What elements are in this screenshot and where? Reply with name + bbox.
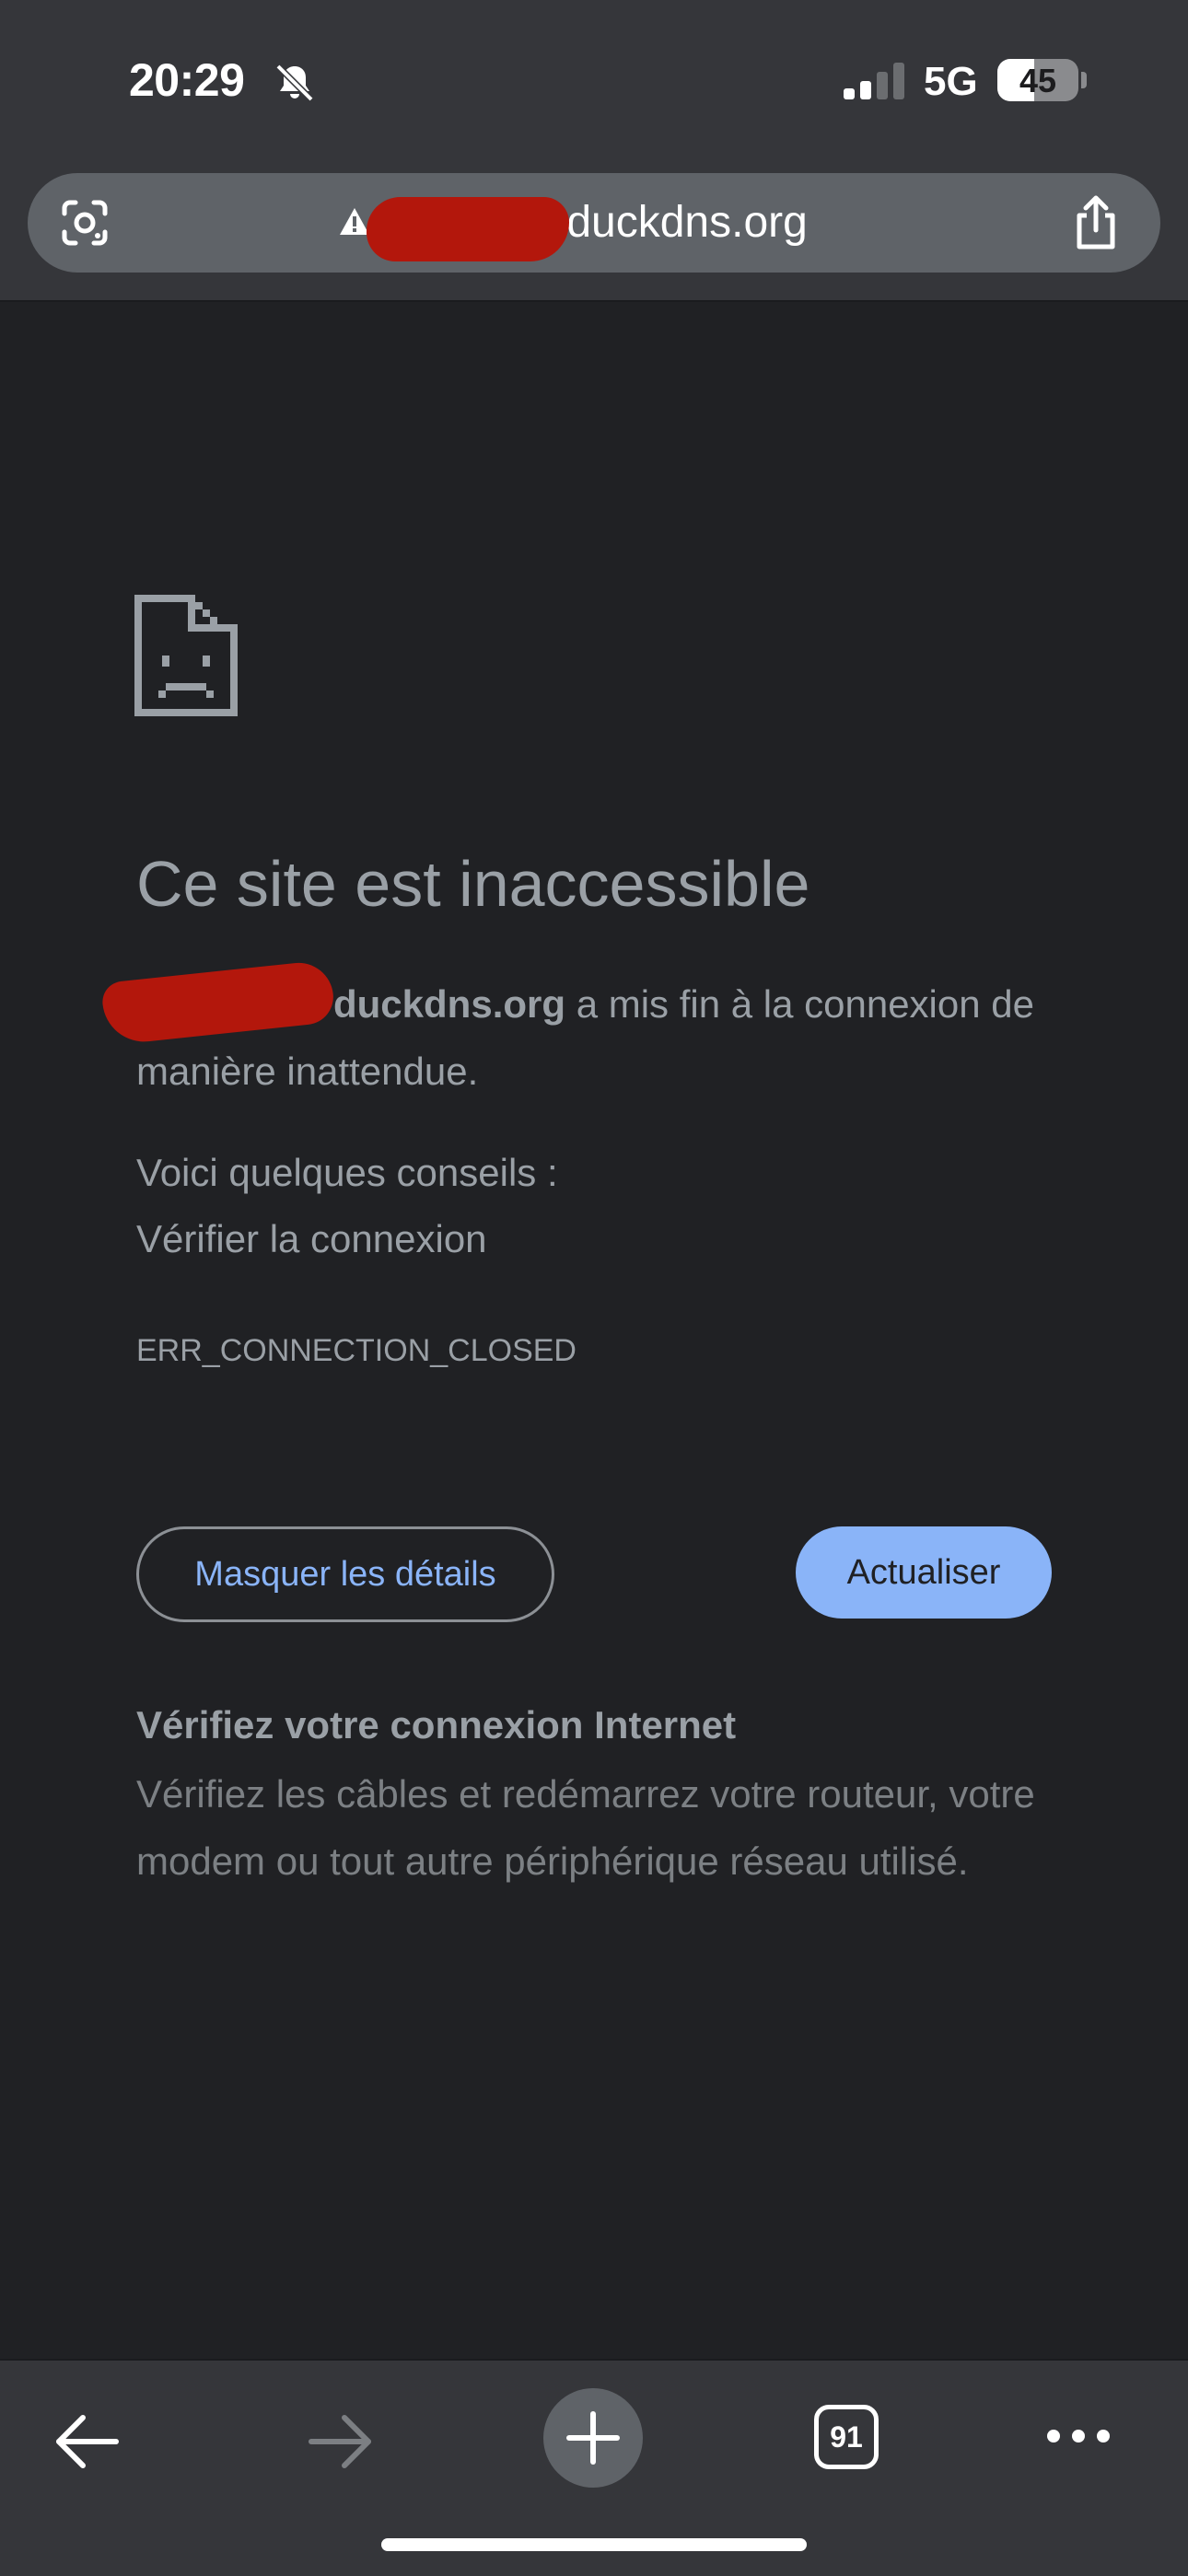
forward-icon[interactable] (306, 2412, 376, 2471)
warning-icon[interactable] (339, 206, 370, 238)
error-code: ERR_CONNECTION_CLOSED (136, 1333, 577, 1368)
more-icon[interactable] (1044, 2425, 1112, 2447)
back-icon[interactable] (52, 2412, 122, 2471)
redaction-mark (367, 197, 569, 261)
lens-icon[interactable] (57, 195, 112, 250)
battery-percent: 45 (1019, 62, 1057, 99)
reload-button[interactable]: Actualiser (796, 1526, 1052, 1619)
address-bar[interactable]: xxxxxxx.duckdns.org (28, 173, 1160, 273)
tabs-icon[interactable]: 91 (814, 2405, 879, 2469)
tips-intro: Voici quelques conseils : (136, 1151, 558, 1194)
top-bar: 20:29 5G 45 xxxxxxx.duckdns.org (0, 0, 1188, 302)
hide-details-button[interactable]: Masquer les détails (136, 1526, 554, 1622)
home-indicator[interactable] (381, 2538, 807, 2551)
page-title: Ce site est inaccessible (136, 848, 810, 920)
share-icon[interactable] (1068, 193, 1124, 252)
status-time: 20:29 (129, 54, 245, 106)
sad-file-icon (134, 595, 238, 716)
new-tab-button[interactable] (543, 2388, 643, 2488)
bell-slash-icon (275, 64, 314, 102)
signal-icon (844, 63, 904, 99)
network-type: 5G (924, 59, 978, 104)
help-heading: Vérifiez votre connexion Internet (136, 1703, 737, 1746)
tip-item: Vérifier la connexion (136, 1217, 487, 1260)
help-body: Vérifiez les câbles et redémarrez votre … (136, 1772, 1035, 1883)
tab-count: 91 (830, 2419, 863, 2454)
battery-icon: 45 (997, 59, 1078, 101)
url-visible-part: .duckdns.org (554, 198, 808, 247)
host-name: duckdns.org (333, 982, 566, 1026)
battery-tip (1081, 72, 1087, 88)
plus-icon (566, 2411, 620, 2465)
